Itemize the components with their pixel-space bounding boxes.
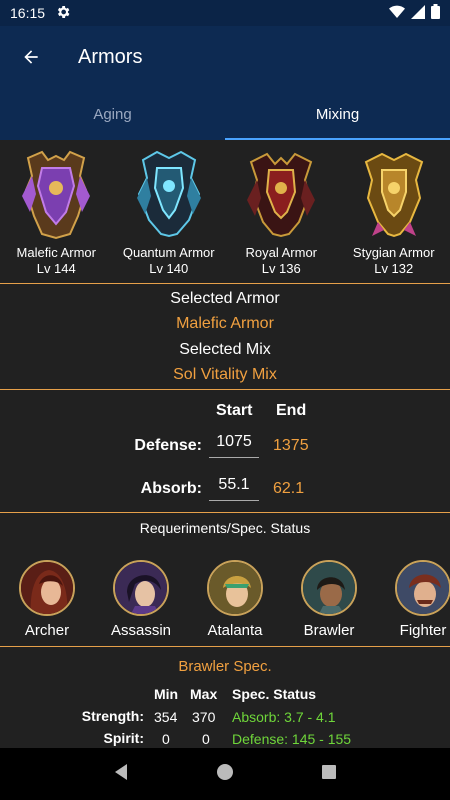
armor-item-malefic[interactable]: Malefic Armor Lv 144 — [0, 140, 113, 282]
fighter-avatar — [395, 560, 450, 616]
absorb-start-input[interactable]: 55.1 — [209, 476, 259, 501]
status-time: 16:15 — [10, 5, 46, 21]
atalanta-avatar — [207, 560, 263, 616]
class-name: Fighter — [399, 622, 447, 639]
armor-name: Royal Armor — [245, 245, 318, 260]
signal-icon — [411, 4, 425, 22]
start-header: Start — [216, 402, 253, 419]
selected-armor-label: Selected Armor — [170, 290, 280, 307]
divider — [0, 283, 450, 284]
back-button[interactable] — [0, 26, 62, 88]
selection-panel: Selected Armor Malefic Armor Selected Mi… — [0, 286, 450, 387]
arrow-back-icon — [24, 50, 38, 64]
tab-aging[interactable]: Aging — [0, 88, 225, 140]
absorb-label: Absorb: — [140, 480, 202, 497]
quantum-armor-image — [136, 150, 201, 238]
armor-list: Malefic Armor Lv 144 Quantum Armor Lv 14… — [0, 140, 450, 282]
end-header: End — [276, 402, 307, 419]
armor-item-quantum[interactable]: Quantum Armor Lv 140 — [113, 140, 226, 282]
armor-name: Malefic Armor — [16, 245, 96, 260]
assassin-avatar — [113, 560, 169, 616]
archer-avatar — [19, 560, 75, 616]
defense-label: Defense: — [134, 437, 202, 454]
defense-start-input[interactable]: 1075 — [209, 433, 259, 458]
armor-level: Lv 132 — [374, 261, 414, 276]
armor-level: Lv 144 — [36, 261, 76, 276]
spec-row-label: Spirit: — [103, 730, 144, 746]
tab-mixing[interactable]: Mixing — [225, 88, 450, 140]
divider — [0, 512, 450, 513]
divider — [0, 646, 450, 647]
status-header: Spec. Status — [232, 686, 317, 702]
class-item-assassin[interactable]: Assassin — [94, 560, 188, 639]
app-bar: Armors — [0, 26, 450, 88]
wifi-icon — [389, 5, 405, 22]
selected-armor-value: Malefic Armor — [176, 315, 274, 333]
stygian-armor-image — [364, 152, 423, 238]
class-name: Brawler — [303, 622, 355, 639]
armor-name: Quantum Armor — [122, 245, 215, 260]
class-list: Archer Assassin Atalanta Brawler Fighter — [0, 560, 450, 639]
min-header: Min — [154, 686, 179, 702]
defense-end-value: 1375 — [273, 437, 309, 454]
class-name: Atalanta — [207, 622, 263, 639]
nav-back-icon[interactable] — [113, 763, 129, 786]
royal-armor-image — [247, 152, 316, 238]
max-header: Max — [190, 686, 218, 702]
divider — [0, 389, 450, 390]
selected-mix-value: Sol Vitality Mix — [173, 365, 277, 383]
spec-row-max: 370 — [192, 709, 216, 725]
class-name: Archer — [24, 622, 70, 639]
spec-row-label: Strength: — [81, 708, 144, 724]
absorb-end-value: 62.1 — [273, 480, 305, 497]
brawler-avatar — [301, 560, 357, 616]
class-item-fighter[interactable]: Fighter — [376, 560, 450, 639]
selected-mix-label: Selected Mix — [179, 340, 271, 358]
class-item-brawler[interactable]: Brawler — [282, 560, 376, 639]
armor-name: Stygian Armor — [352, 245, 435, 260]
page-title: Armors — [78, 45, 143, 68]
armor-level: Lv 140 — [149, 261, 189, 276]
battery-icon — [431, 4, 440, 22]
armor-level: Lv 136 — [261, 261, 301, 276]
armor-item-stygian[interactable]: Stygian Armor Lv 132 — [338, 140, 450, 282]
class-item-atalanta[interactable]: Atalanta — [188, 560, 282, 639]
class-item-archer[interactable]: Archer — [0, 560, 94, 639]
tab-bar: Aging Mixing — [0, 88, 450, 140]
status-bar: 16:15 — [0, 0, 450, 26]
nav-recents-icon[interactable] — [321, 764, 337, 785]
spec-row-status: Absorb: 3.7 - 4.1 — [232, 709, 336, 725]
spec-row-min: 0 — [162, 731, 170, 747]
nav-home-icon[interactable] — [216, 763, 234, 786]
system-nav-bar — [0, 748, 450, 800]
malefic-armor-image — [22, 150, 91, 240]
stats-panel: Start End Defense: 1075 1375 Absorb: 55.… — [0, 392, 450, 512]
class-name: Assassin — [110, 622, 172, 639]
spec-row-max: 0 — [202, 731, 210, 747]
spec-title: Brawler Spec. — [178, 658, 272, 675]
requirements-title: Requeriments/Spec. Status — [139, 520, 311, 536]
settings-icon — [55, 4, 71, 23]
spec-row-status: Defense: 145 - 155 — [232, 731, 352, 747]
spec-row-min: 354 — [154, 709, 178, 725]
armor-item-royal[interactable]: Royal Armor Lv 136 — [225, 140, 338, 282]
